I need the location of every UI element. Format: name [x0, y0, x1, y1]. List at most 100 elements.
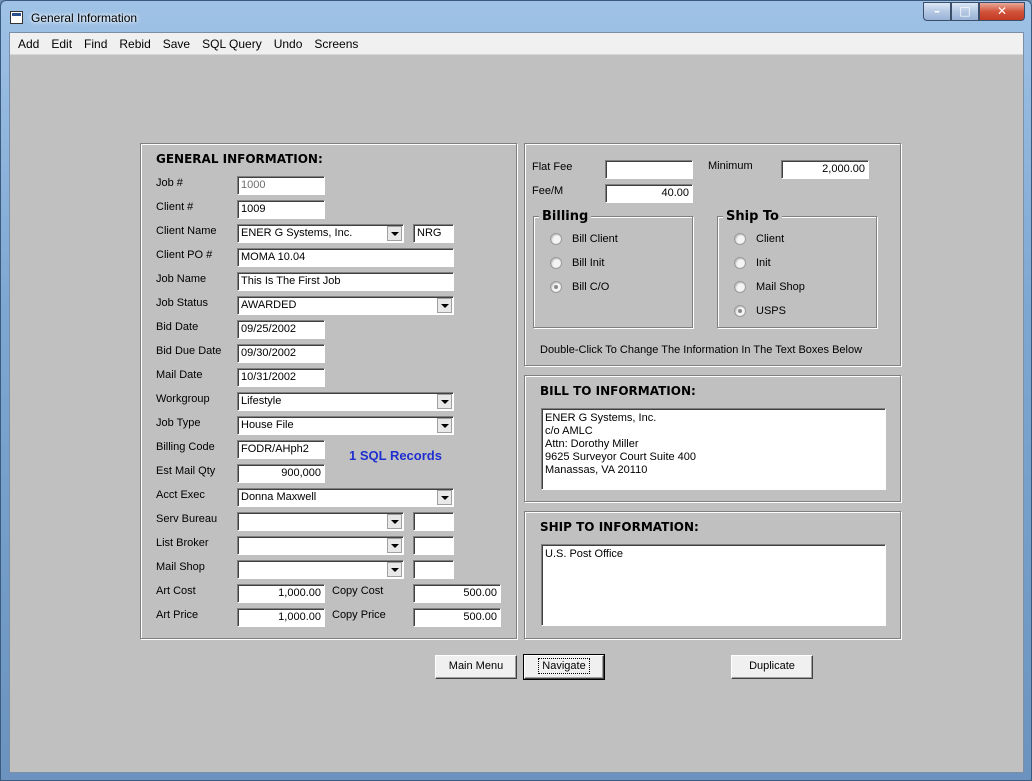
client-number-field[interactable]: 1009	[237, 200, 325, 219]
maximize-button[interactable]: □	[951, 2, 979, 21]
copy-price-field[interactable]: 500.00	[413, 608, 501, 627]
list-broker-combo[interactable]	[237, 536, 404, 555]
general-information-frame: GENERAL INFORMATION: Job # 1000 Client #…	[140, 143, 517, 639]
minimize-button[interactable]: –	[923, 2, 951, 21]
job-type-label: Job Type	[156, 417, 201, 429]
fees-frame: Flat Fee Minimum 2,000.00 Fee/M 40.00 Bi…	[524, 143, 901, 366]
bid-date-field[interactable]: 09/25/2002	[237, 320, 325, 339]
job-type-combo[interactable]: House File	[237, 416, 454, 435]
workgroup-combo[interactable]: Lifestyle	[237, 392, 454, 411]
menu-screens[interactable]: Screens	[308, 33, 364, 55]
art-price-label: Art Price	[156, 609, 199, 621]
mail-shop-code-field[interactable]	[413, 560, 454, 579]
art-price-field[interactable]: 1,000.00	[237, 608, 325, 627]
mail-shop-value	[237, 560, 404, 579]
chevron-down-icon[interactable]	[437, 418, 452, 433]
copy-price-label: Copy Price	[332, 609, 386, 621]
billing-code-field[interactable]: FODR/AHph2	[237, 440, 325, 459]
job-number-field[interactable]: 1000	[237, 176, 325, 195]
ship-to-line: U.S. Post Office	[545, 548, 624, 560]
bill-init-radio[interactable]	[550, 257, 562, 269]
chevron-down-icon[interactable]	[387, 226, 402, 241]
bill-init-option[interactable]: Bill Init	[550, 257, 604, 269]
workgroup-value: Lifestyle	[237, 392, 454, 411]
ship-to-text[interactable]: U.S. Post Office	[541, 544, 886, 626]
ship-init-label: Init	[756, 257, 771, 269]
copy-cost-field[interactable]: 500.00	[413, 584, 501, 603]
job-name-field[interactable]: This Is The First Job	[237, 272, 454, 291]
main-menu-button-label: Main Menu	[448, 660, 504, 672]
serv-bureau-code-field[interactable]	[413, 512, 454, 531]
ship-mail-shop-label: Mail Shop	[756, 281, 805, 293]
art-cost-field[interactable]: 1,000.00	[237, 584, 325, 603]
ship-mail-shop-radio[interactable]	[734, 281, 746, 293]
billing-group: Billing Bill Client Bill Init Bill C/O	[533, 209, 693, 328]
client-code-field[interactable]: NRG	[413, 224, 454, 243]
chevron-down-icon[interactable]	[437, 490, 452, 505]
duplicate-button-label: Duplicate	[749, 660, 795, 672]
serv-bureau-value	[237, 512, 404, 531]
client-name-label: Client Name	[156, 225, 217, 237]
navigate-button-label: Navigate	[538, 658, 590, 674]
ship-to-heading: SHIP TO INFORMATION:	[540, 520, 699, 534]
ship-init-option[interactable]: Init	[734, 257, 771, 269]
sql-records-count: 1 SQL Records	[349, 448, 442, 463]
bill-to-frame: BILL TO INFORMATION: ENER G Systems, Inc…	[524, 375, 901, 502]
minimum-field[interactable]: 2,000.00	[781, 160, 869, 179]
chevron-down-icon[interactable]	[387, 538, 402, 553]
bid-due-date-field[interactable]: 09/30/2002	[237, 344, 325, 363]
job-status-combo[interactable]: AWARDED	[237, 296, 454, 315]
menu-find[interactable]: Find	[78, 33, 113, 55]
client-name-combo[interactable]: ENER G Systems, Inc.	[237, 224, 404, 243]
est-mail-qty-field[interactable]: 900,000	[237, 464, 325, 483]
title-bar[interactable]: General Information – □ ✕	[1, 1, 1031, 33]
fee-per-m-field[interactable]: 40.00	[605, 184, 693, 203]
list-broker-code-field[interactable]	[413, 536, 454, 555]
mail-shop-combo[interactable]	[237, 560, 404, 579]
menu-undo[interactable]: Undo	[268, 33, 309, 55]
mail-date-field[interactable]: 10/31/2002	[237, 368, 325, 387]
close-button[interactable]: ✕	[979, 2, 1025, 21]
acct-exec-combo[interactable]: Donna Maxwell	[237, 488, 454, 507]
bill-to-line: 9625 Surveyor Court Suite 400	[545, 451, 697, 463]
bill-to-line: ENER G Systems, Inc.	[545, 412, 657, 424]
client-po-label: Client PO #	[156, 249, 213, 261]
bill-co-option[interactable]: Bill C/O	[550, 281, 609, 293]
menu-rebid[interactable]: Rebid	[113, 33, 156, 55]
duplicate-button[interactable]: Duplicate	[731, 655, 813, 679]
bill-init-label: Bill Init	[572, 257, 605, 269]
serv-bureau-combo[interactable]	[237, 512, 404, 531]
job-status-value: AWARDED	[237, 296, 454, 315]
chevron-down-icon[interactable]	[437, 298, 452, 313]
bill-to-line: Manassas, VA 20110	[545, 464, 648, 476]
ship-client-option[interactable]: Client	[734, 233, 784, 245]
chevron-down-icon[interactable]	[387, 514, 402, 529]
acct-exec-value: Donna Maxwell	[237, 488, 454, 507]
flat-fee-field[interactable]	[605, 160, 693, 179]
bill-to-text[interactable]: ENER G Systems, Inc. c/o AMLC Attn: Doro…	[541, 408, 886, 490]
ship-usps-label: USPS	[756, 305, 786, 317]
menu-add[interactable]: Add	[12, 33, 45, 55]
menu-sql-query[interactable]: SQL Query	[196, 33, 268, 55]
ship-to-group-title: Ship To	[723, 209, 782, 224]
ship-mail-shop-option[interactable]: Mail Shop	[734, 281, 805, 293]
navigate-button[interactable]: Navigate	[523, 654, 605, 680]
chevron-down-icon[interactable]	[437, 394, 452, 409]
ship-to-frame: SHIP TO INFORMATION: U.S. Post Office	[524, 511, 901, 639]
ship-client-radio[interactable]	[734, 233, 746, 245]
ship-usps-option[interactable]: USPS	[734, 305, 786, 317]
job-type-value: House File	[237, 416, 454, 435]
ship-init-radio[interactable]	[734, 257, 746, 269]
client-po-field[interactable]: MOMA 10.04	[237, 248, 454, 267]
ship-usps-radio[interactable]	[734, 305, 746, 317]
bill-client-option[interactable]: Bill Client	[550, 233, 618, 245]
app-icon[interactable]	[10, 11, 23, 24]
bill-client-label: Bill Client	[572, 233, 618, 245]
bill-co-radio[interactable]	[550, 281, 562, 293]
client-area: Add Edit Find Rebid Save SQL Query Undo …	[9, 32, 1024, 773]
main-menu-button[interactable]: Main Menu	[435, 655, 517, 679]
menu-save[interactable]: Save	[157, 33, 196, 55]
menu-edit[interactable]: Edit	[45, 33, 78, 55]
chevron-down-icon[interactable]	[387, 562, 402, 577]
bill-client-radio[interactable]	[550, 233, 562, 245]
